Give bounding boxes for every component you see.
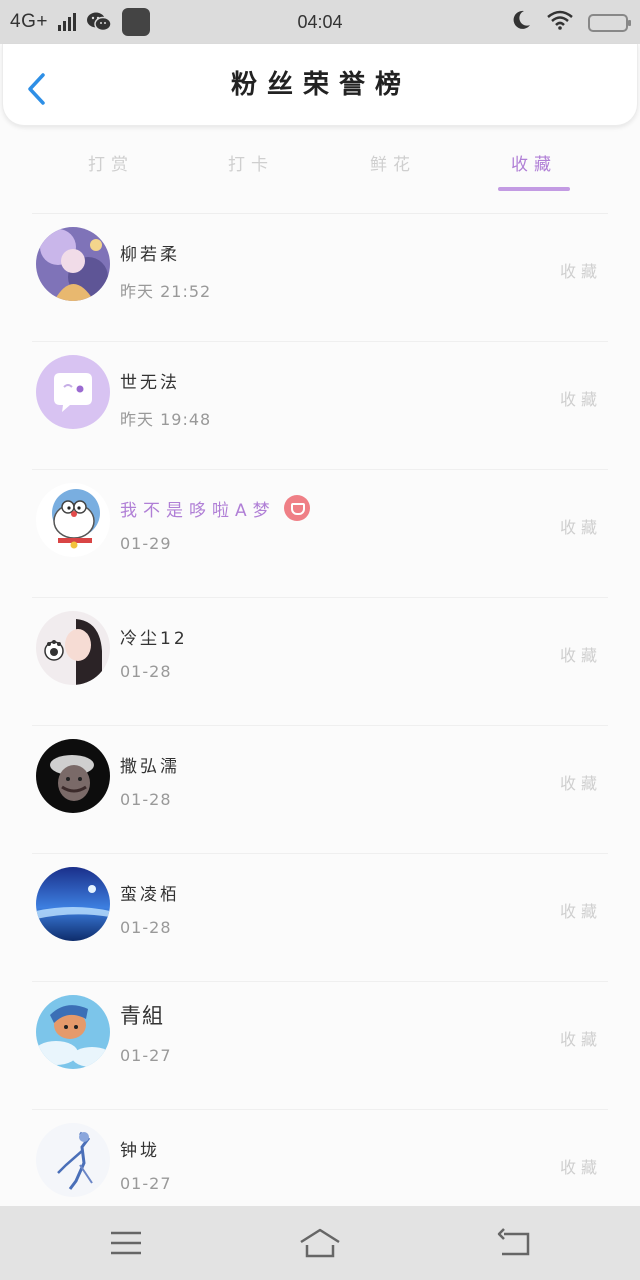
tab-flowers[interactable]: 鲜花 [358, 150, 428, 175]
favorite-label: 收藏 [559, 1030, 602, 1049]
status-right [512, 9, 631, 36]
menu-icon [111, 1231, 141, 1255]
app-notification-icon [121, 8, 150, 36]
active-tab-indicator [498, 187, 570, 191]
list-item[interactable]: 世无法 昨天 19:48 收藏 [0, 342, 640, 470]
anime-girl-avatar[interactable] [36, 227, 110, 301]
timestamp: 01-27 [120, 1046, 172, 1065]
timestamp: 01-28 [120, 918, 172, 937]
tab-checkin[interactable]: 打卡 [216, 150, 286, 175]
user-name: 钟垅 [120, 1141, 160, 1161]
user-name: 柳若柔 [120, 245, 180, 265]
user-name: 青組 [120, 1004, 164, 1028]
favorite-label: 收藏 [559, 390, 602, 409]
ocean-avatar[interactable] [36, 867, 110, 941]
timestamp: 01-29 [120, 534, 172, 553]
timestamp: 01-28 [120, 662, 172, 681]
user-name: 世无法 [120, 373, 180, 393]
list-item[interactable]: 青組 01-27 收藏 [0, 982, 640, 1110]
sketch-figure-avatar[interactable] [36, 1123, 110, 1197]
signal-icon [57, 13, 76, 31]
timestamp: 01-28 [120, 790, 172, 809]
cartoon-avatar[interactable] [36, 995, 110, 1069]
back-nav-button[interactable] [494, 1226, 538, 1260]
tab-favorites[interactable]: 收藏 [498, 150, 570, 175]
tab-reward[interactable]: 打赏 [76, 150, 146, 175]
vip-badge-icon [283, 495, 310, 521]
wifi-icon [546, 10, 574, 35]
page-header: 粉丝荣誉榜 [2, 44, 638, 126]
list-item[interactable]: 撒弘濡 01-28 收藏 [0, 726, 640, 854]
user-name: 撒弘濡 [120, 757, 180, 777]
tab-bar: 打赏 打卡 鲜花 收藏 [0, 140, 640, 196]
timestamp: 昨天 21:52 [120, 282, 212, 301]
page-title: 粉丝荣誉榜 [230, 70, 411, 100]
battery-icon [588, 13, 631, 32]
list-item[interactable]: 我不是哆啦A梦 01-29 收藏 [0, 470, 640, 598]
list-item[interactable]: 蛮凌栢 01-28 收藏 [0, 854, 640, 982]
user-name: 我不是哆啦A梦 [120, 495, 310, 524]
status-bar: 4G+ 04:04 [0, 0, 640, 44]
status-left: 4G+ [10, 8, 150, 36]
favorite-label: 收藏 [559, 774, 602, 793]
moon-icon [512, 9, 532, 36]
doraemon-avatar[interactable] [36, 483, 110, 557]
system-nav-bar [0, 1206, 640, 1280]
favorite-label: 收藏 [559, 1158, 602, 1177]
home-button[interactable] [298, 1226, 342, 1260]
list-item[interactable]: 冷尘12 01-28 收藏 [0, 598, 640, 726]
chat-bubble-avatar[interactable] [36, 355, 110, 429]
user-name-text: 我不是哆啦A梦 [120, 501, 276, 521]
fan-list: 柳若柔 昨天 21:52 收藏 世无法 昨天 19:48 收藏 我不是哆啦A梦 … [0, 214, 640, 1238]
user-name: 冷尘12 [120, 629, 188, 649]
favorite-label: 收藏 [559, 902, 602, 921]
favorite-label: 收藏 [559, 262, 602, 281]
list-item[interactable]: 柳若柔 昨天 21:52 收藏 [0, 214, 640, 342]
user-name: 蛮凌栢 [120, 885, 180, 905]
menu-button[interactable] [104, 1226, 148, 1260]
back-icon [497, 1228, 530, 1256]
favorite-label: 收藏 [559, 646, 602, 665]
hat-man-avatar[interactable] [36, 739, 110, 813]
girl-photo-avatar[interactable] [36, 611, 110, 685]
home-icon [300, 1228, 340, 1258]
timestamp: 昨天 19:48 [120, 410, 212, 429]
favorite-label: 收藏 [559, 518, 602, 537]
wechat-icon [86, 11, 112, 33]
timestamp: 01-27 [120, 1174, 172, 1193]
network-type: 4G+ [10, 11, 48, 32]
